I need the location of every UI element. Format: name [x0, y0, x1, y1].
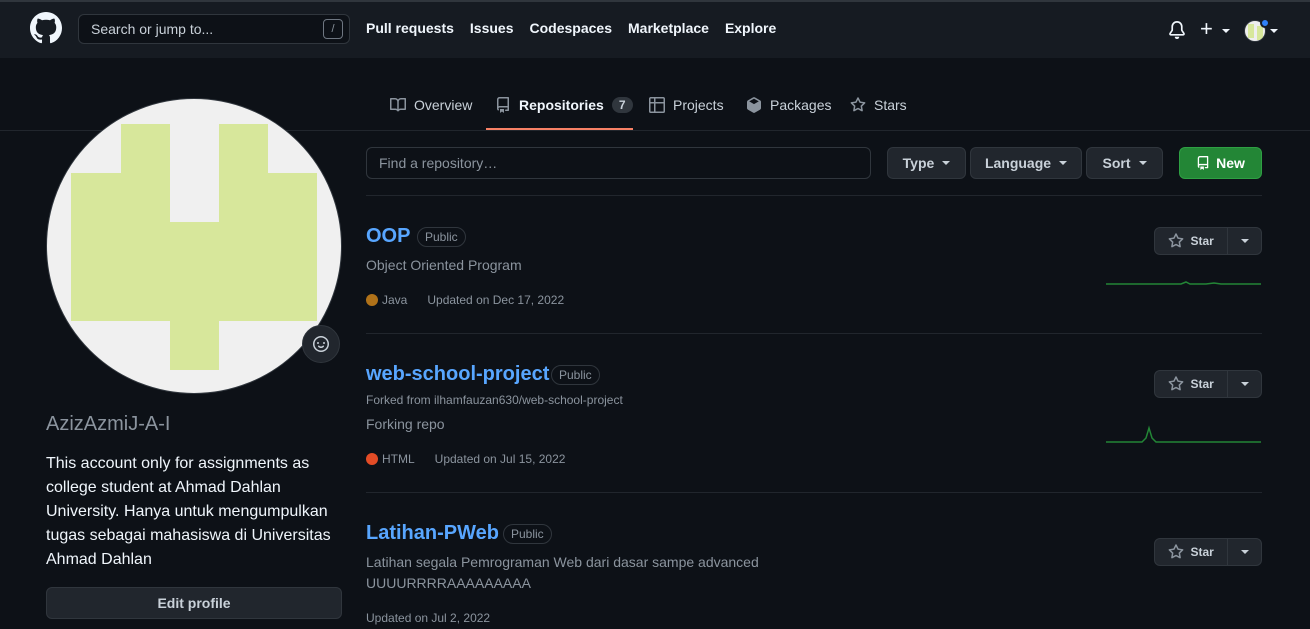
- repo-updated: Updated on Dec 17, 2022: [427, 293, 565, 307]
- edit-profile-button[interactable]: Edit profile: [46, 587, 342, 619]
- star-list-dropdown[interactable]: [1228, 228, 1261, 254]
- repo-language: Java: [382, 293, 408, 307]
- activity-sparkline: [1106, 425, 1261, 443]
- repo-description-line2: UUUURRRRAAAAAAAAA: [366, 575, 531, 591]
- repo-updated: Updated on Jul 15, 2022: [434, 452, 566, 466]
- repo-icon: [497, 97, 509, 113]
- notification-dot: [1260, 18, 1270, 28]
- package-icon: [747, 97, 761, 113]
- bell-icon[interactable]: [1168, 21, 1186, 39]
- profile-avatar[interactable]: [46, 98, 342, 394]
- set-status-button[interactable]: [302, 325, 340, 363]
- find-repository-input[interactable]: [366, 147, 871, 179]
- repo-meta: Java Updated on Dec 17, 2022: [366, 293, 564, 307]
- nav-marketplace[interactable]: Marketplace: [628, 20, 709, 36]
- language-filter-button[interactable]: Language: [970, 147, 1082, 179]
- new-button-label: New: [1216, 155, 1245, 171]
- smiley-icon: [313, 336, 329, 352]
- star-list-dropdown[interactable]: [1228, 371, 1261, 397]
- visibility-badge: Public: [417, 227, 466, 247]
- tab-label: Repositories: [519, 97, 604, 113]
- repo-meta: HTML Updated on Jul 15, 2022: [366, 452, 565, 466]
- nav-codespaces[interactable]: Codespaces: [530, 20, 612, 36]
- sort-label: Sort: [1102, 155, 1131, 171]
- chevron-down-icon[interactable]: [1270, 29, 1278, 33]
- chevron-down-icon[interactable]: [1222, 29, 1230, 33]
- tab-overview[interactable]: Overview: [390, 97, 472, 113]
- star-label: Star: [1190, 377, 1214, 391]
- repo-language: HTML: [382, 452, 415, 466]
- tab-projects[interactable]: Projects: [649, 97, 724, 113]
- nav-issues[interactable]: Issues: [470, 20, 514, 36]
- tab-packages[interactable]: Packages: [746, 97, 831, 113]
- star-button[interactable]: Star: [1155, 539, 1229, 565]
- nav-explore[interactable]: Explore: [725, 20, 776, 36]
- active-tab-indicator: [486, 128, 633, 130]
- repo-link-web-school-project[interactable]: web-school-project: [366, 363, 549, 386]
- tab-label: Projects: [673, 97, 724, 113]
- chevron-down-icon: [1240, 550, 1249, 554]
- book-icon: [390, 97, 406, 112]
- repo-updated: Updated on Jul 2, 2022: [366, 611, 491, 625]
- repo-description: Latihan segala Pemrograman Web dari dasa…: [366, 554, 759, 570]
- language-color-dot: [366, 294, 378, 306]
- visibility-badge: Public: [551, 365, 600, 385]
- divider: [366, 333, 1262, 334]
- nav-pull-requests[interactable]: Pull requests: [366, 20, 454, 36]
- profile-bio: This account only for assignments as col…: [46, 455, 331, 568]
- repo-count-badge: 7: [611, 97, 633, 113]
- global-search-input[interactable]: Search or jump to... /: [78, 14, 350, 44]
- github-logo-icon[interactable]: [30, 12, 62, 44]
- star-icon: [1169, 544, 1184, 559]
- tab-label: Overview: [414, 97, 473, 113]
- tab-stars[interactable]: Stars: [850, 97, 907, 113]
- new-repository-button[interactable]: New: [1179, 147, 1262, 179]
- search-placeholder: Search or jump to...: [91, 21, 214, 37]
- star-button-group: Star: [1154, 227, 1262, 255]
- repo-meta: Updated on Jul 2, 2022: [366, 611, 490, 625]
- chevron-down-icon: [1240, 239, 1249, 243]
- header-nav: Pull requests Issues Codespaces Marketpl…: [366, 20, 792, 36]
- repo-link-oop[interactable]: OOP: [366, 225, 410, 248]
- divider: [366, 492, 1262, 493]
- tab-repositories[interactable]: Repositories 7: [495, 97, 633, 113]
- language-filter-label: Language: [984, 155, 1052, 171]
- type-filter-button[interactable]: Type: [887, 147, 966, 179]
- activity-sparkline: [1106, 281, 1261, 285]
- tab-label: Packages: [770, 97, 832, 113]
- table-icon: [649, 97, 665, 113]
- type-filter-label: Type: [902, 155, 935, 171]
- tab-label: Stars: [874, 97, 907, 113]
- divider: [366, 195, 1262, 196]
- search-shortcut-key: /: [323, 19, 343, 39]
- repo-description: Object Oriented Program: [366, 257, 522, 273]
- visibility-badge: Public: [503, 524, 552, 544]
- chevron-down-icon: [1138, 161, 1147, 165]
- star-icon: [1169, 233, 1184, 248]
- star-label: Star: [1190, 234, 1214, 248]
- star-button[interactable]: Star: [1155, 371, 1229, 397]
- profile-username: AzizAzmiJ-A-I: [46, 413, 171, 435]
- star-label: Star: [1190, 545, 1214, 559]
- create-new-icon[interactable]: +: [1200, 18, 1213, 40]
- sort-button[interactable]: Sort: [1086, 147, 1163, 179]
- star-icon: [850, 97, 866, 112]
- chevron-down-icon: [1240, 382, 1249, 386]
- repo-description: Forking repo: [366, 416, 445, 432]
- language-color-dot: [366, 453, 378, 465]
- repo-link-latihan-pweb[interactable]: Latihan-PWeb: [366, 522, 499, 545]
- forked-from-text[interactable]: Forked from ilhamfauzan630/web-school-pr…: [366, 393, 623, 407]
- star-button[interactable]: Star: [1155, 228, 1229, 254]
- star-button-group: Star: [1154, 370, 1262, 398]
- chevron-down-icon: [1059, 161, 1068, 165]
- star-list-dropdown[interactable]: [1228, 539, 1261, 565]
- chevron-down-icon: [942, 161, 951, 165]
- star-button-group: Star: [1154, 538, 1262, 566]
- star-icon: [1169, 376, 1184, 391]
- repo-icon: [1197, 156, 1209, 170]
- top-header: Search or jump to... / Pull requests Iss…: [0, 0, 1310, 58]
